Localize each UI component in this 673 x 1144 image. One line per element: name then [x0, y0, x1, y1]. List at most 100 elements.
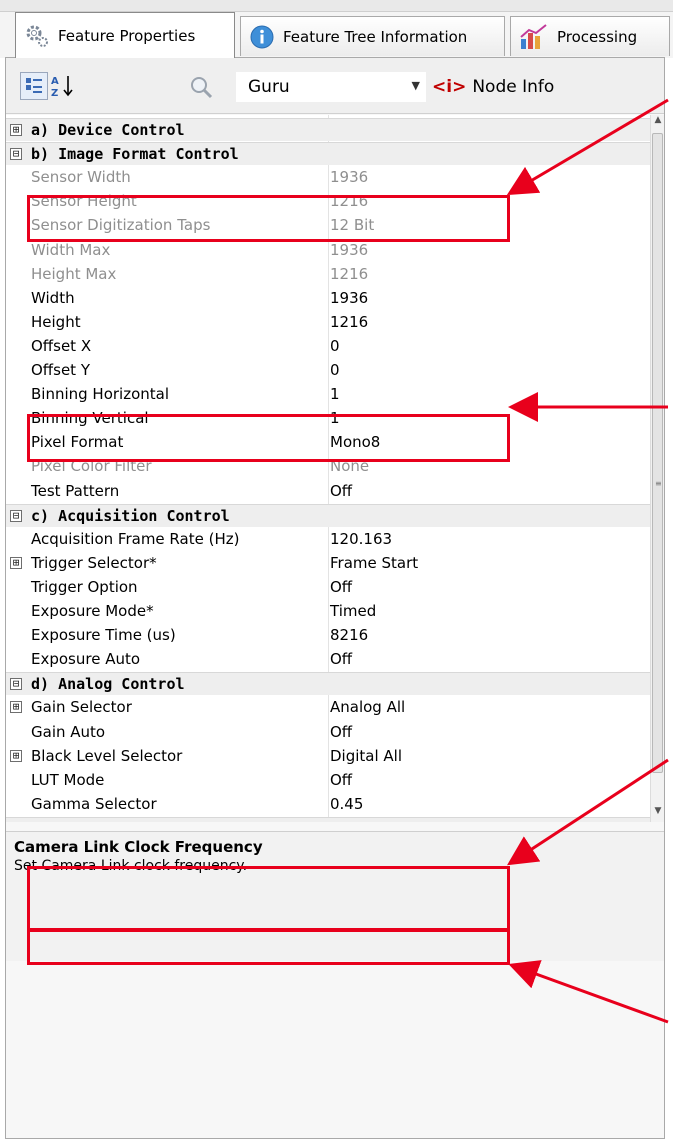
property-value[interactable]: 8216 — [330, 626, 368, 644]
property-name: Exposure Auto — [31, 650, 141, 669]
feature-properties-panel: A Z Guru ▼ <i> Node Info ⊞ a) Device Cont… — [5, 57, 665, 1139]
scroll-up-arrow-icon[interactable]: ▲ — [651, 115, 665, 131]
chevron-down-icon: ▼ — [411, 79, 420, 92]
property-row[interactable]: Height 1216 — [6, 311, 650, 334]
description-title: Camera Link Clock Frequency — [14, 838, 263, 856]
property-row[interactable]: Sensor Digitization Taps 12 Bit — [6, 214, 650, 237]
expand-icon[interactable]: ⊞ — [10, 124, 22, 136]
property-row[interactable]: Sensor Height 1216 — [6, 190, 650, 213]
property-name: Exposure Time (us) — [31, 626, 176, 645]
collapse-icon[interactable]: ⊟ — [10, 678, 22, 691]
category-label: e) LUT Control — [31, 820, 157, 822]
tab-feature-tree-information[interactable]: Feature Tree Information — [240, 16, 505, 56]
property-name: Gain Auto — [31, 722, 106, 741]
property-name: Sensor Height — [31, 192, 137, 211]
property-value[interactable]: 1216 — [330, 313, 368, 331]
tab-label: Feature Tree Information — [283, 27, 468, 46]
svg-text:A: A — [51, 76, 59, 87]
property-value[interactable]: 1 — [330, 409, 340, 427]
property-row[interactable]: Acquisition Frame Rate (Hz) 120.163 — [6, 528, 650, 551]
property-name: Width Max — [31, 240, 111, 259]
property-value[interactable]: Analog All — [330, 698, 405, 716]
property-name: Acquisition Frame Rate (Hz) — [31, 529, 240, 548]
property-value: None — [330, 457, 370, 476]
property-row[interactable]: Offset X 0 — [6, 335, 650, 358]
collapse-icon[interactable]: ⊟ — [10, 148, 22, 161]
view-level-dropdown[interactable]: Guru ▼ — [236, 72, 426, 102]
tab-processing[interactable]: Processing — [510, 16, 670, 56]
expand-icon[interactable]: ⊞ — [10, 556, 22, 569]
property-row[interactable]: ⊞ Trigger Selector* Frame Start — [6, 552, 650, 575]
tab-label: Feature Properties — [58, 26, 196, 45]
category-row[interactable]: ⊟ b) Image Format Control — [6, 142, 650, 166]
property-row[interactable]: Exposure Auto Off — [6, 648, 650, 671]
property-row[interactable]: Trigger Option Off — [6, 576, 650, 599]
property-name: Trigger Option — [31, 577, 138, 596]
property-row[interactable]: Width Max 1936 — [6, 239, 650, 262]
property-value[interactable]: Off — [330, 650, 352, 668]
vertical-scrollbar[interactable]: ▲ ≡ ▼ — [650, 115, 664, 822]
property-value[interactable]: Off — [330, 482, 352, 500]
property-value[interactable]: Off — [330, 771, 352, 789]
category-row[interactable]: ⊟e) LUT Control — [6, 816, 650, 822]
property-row[interactable]: Binning Horizontal 1 — [6, 383, 650, 406]
scroll-down-arrow-icon[interactable]: ▼ — [651, 806, 665, 822]
collapse-icon[interactable]: ⊟ — [10, 509, 22, 522]
tab-feature-properties[interactable]: Feature Properties — [15, 12, 235, 58]
categorized-view-button[interactable] — [20, 72, 48, 100]
property-name: Trigger Selector* — [31, 553, 157, 572]
property-value[interactable]: 0 — [330, 337, 340, 355]
category-label: a) Device Control — [31, 121, 185, 139]
property-row[interactable]: Sensor Width 1936 — [6, 166, 650, 189]
property-value[interactable]: Off — [330, 723, 352, 741]
category-row[interactable]: ⊟ c) Acquisition Control — [6, 503, 650, 527]
tab-bar: Feature Properties Feature Tree Informat… — [0, 0, 673, 58]
property-value[interactable]: Digital All — [330, 747, 402, 765]
property-row[interactable]: LUT Mode Off — [6, 769, 650, 792]
property-value[interactable]: 1936 — [330, 289, 368, 307]
property-name: Gamma Selector — [31, 794, 157, 813]
property-name: Black Level Selector — [31, 746, 183, 765]
property-row[interactable]: Gamma Selector 0.45 — [6, 793, 650, 816]
category-row[interactable]: ⊞ a) Device Control — [6, 118, 650, 141]
expand-icon[interactable]: ⊞ — [10, 749, 22, 762]
alphabetical-sort-button[interactable]: A Z — [50, 72, 78, 100]
property-name: Height — [31, 312, 81, 331]
property-row[interactable]: Test Pattern Off — [6, 480, 650, 503]
property-name: Gain Selector — [31, 698, 132, 717]
property-value[interactable]: Timed — [330, 602, 376, 620]
property-name: Binning Vertical — [31, 409, 149, 428]
scroll-thumb[interactable]: ≡ — [652, 133, 663, 773]
property-value[interactable]: Mono8 — [330, 433, 380, 451]
property-value[interactable]: 1 — [330, 385, 340, 403]
property-value[interactable]: Frame Start — [330, 554, 418, 572]
property-value[interactable]: 0 — [330, 361, 340, 379]
search-icon[interactable] — [188, 74, 214, 100]
property-value: 1936 — [330, 240, 369, 259]
property-name: Height Max — [31, 264, 117, 283]
svg-text:Z: Z — [51, 88, 58, 99]
property-row[interactable]: Pixel Format Mono8 — [6, 431, 650, 454]
property-value[interactable]: Off — [330, 578, 352, 596]
property-row[interactable]: Width 1936 — [6, 287, 650, 310]
category-label: d) Analog Control — [31, 675, 185, 694]
expand-icon[interactable]: ⊞ — [10, 701, 22, 714]
property-row[interactable]: Height Max 1216 — [6, 263, 650, 286]
category-row[interactable]: ⊟ d) Analog Control — [6, 672, 650, 696]
tab-label: Processing — [557, 27, 638, 46]
property-row[interactable]: Gain Auto Off — [6, 721, 650, 744]
property-row[interactable]: Binning Vertical 1 — [6, 407, 650, 430]
property-value: 1216 — [330, 264, 369, 283]
scroll-grip-icon: ≡ — [655, 479, 662, 488]
property-value[interactable]: 0.45 — [330, 795, 363, 813]
property-name: Pixel Color Filter — [31, 457, 152, 476]
node-info-button[interactable]: <i> Node Info — [426, 72, 662, 102]
property-row[interactable]: Offset Y 0 — [6, 359, 650, 382]
property-row[interactable]: Exposure Mode* Timed — [6, 600, 650, 623]
property-row[interactable]: ⊞ Gain Selector Analog All — [6, 696, 650, 719]
property-row[interactable]: Pixel Color Filter None — [6, 455, 650, 478]
property-value[interactable]: 120.163 — [330, 530, 392, 548]
property-value: 12 Bit — [330, 216, 375, 235]
property-row[interactable]: ⊞ Black Level Selector Digital All — [6, 745, 650, 768]
property-row[interactable]: Exposure Time (us) 8216 — [6, 624, 650, 647]
